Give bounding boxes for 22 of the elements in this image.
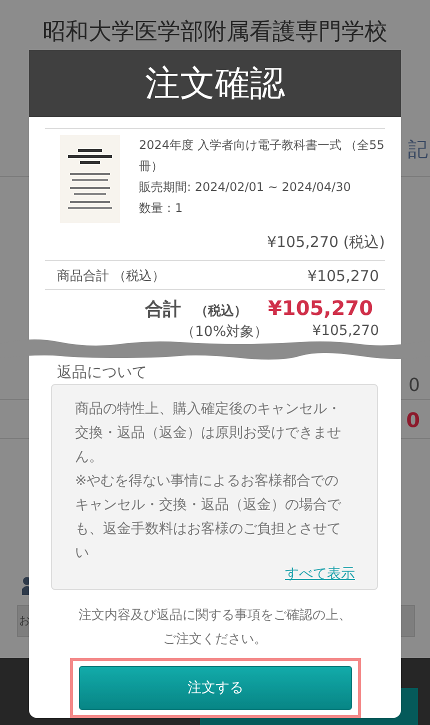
returns-text: 商品の特性上、購入確定後のキャンセル・交換・返品（返金）は原則お受けできません。 — [75, 400, 342, 467]
section-heading: 返品について — [56, 363, 148, 382]
tax-rate-label: （10%対象） — [181, 323, 268, 341]
dialog-title: 注文確認 — [29, 50, 401, 117]
sale-period: 販売期間: 2024/02/01 ~ 2024/04/30 — [139, 179, 352, 196]
show-all-link[interactable]: すべて表示 — [285, 565, 355, 583]
product-name: 2024年度 入学者向け電子教科書一式 （全55冊） — [139, 137, 385, 175]
item-price: ¥105,270 (税込) — [266, 233, 385, 252]
total-value: ¥105,270 — [268, 296, 373, 320]
returns-text: ※やむを得ない事情によるお客様都合でのキャンセル・交換・返品（返金）の場合でも、返金手数料はお客様のご負担とさせてい — [75, 472, 342, 563]
subtotal-value: ¥105,270 — [307, 267, 379, 285]
quantity: 数量：1 — [139, 200, 184, 217]
total-label: 合計 — [145, 298, 181, 321]
order-button[interactable]: 注文する — [79, 666, 352, 710]
link-text[interactable]: 記 — [408, 136, 428, 176]
tax-note: （税込） — [195, 302, 247, 320]
subtotal-label: 商品合計 （税込） — [57, 268, 166, 285]
school-name: 昭和大学医学部附属看護専門学校 — [42, 18, 388, 47]
tax-rate-value: ¥105,270 — [312, 323, 379, 341]
total-amount: 0 — [406, 408, 420, 434]
amount-text: 0 — [408, 375, 420, 398]
notice-text: 注文内容及び返品に関する事項をご確認の上、ご注文ください。 — [78, 607, 352, 649]
